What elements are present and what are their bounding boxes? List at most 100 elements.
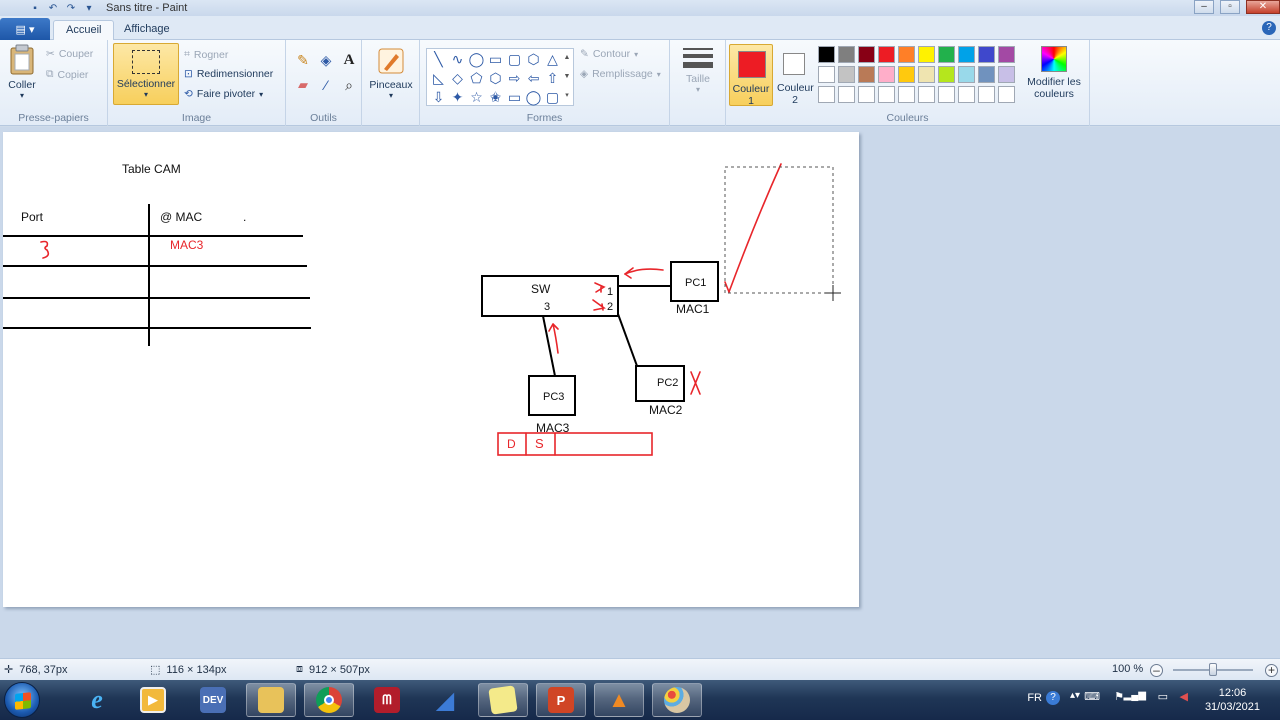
shape-icon[interactable]: ⬠ xyxy=(467,69,486,88)
taskbar-media-player[interactable]: ▶ xyxy=(128,683,178,717)
text-tool-icon[interactable]: A xyxy=(338,52,360,76)
image-group-label: Image xyxy=(181,112,212,124)
shape-icon[interactable]: ⇩ xyxy=(429,88,448,107)
eraser-icon[interactable]: ▰ xyxy=(292,77,314,101)
pencil-icon[interactable]: ✎ xyxy=(292,52,314,76)
select-label: Sélectionner xyxy=(116,78,176,90)
folder-icon xyxy=(258,687,284,713)
taskbar-paint[interactable] xyxy=(652,683,702,717)
copy-button[interactable]: ⧉ Copier xyxy=(46,68,88,81)
colors-group-label: Couleurs xyxy=(886,112,929,124)
taskbar-sticky-notes[interactable] xyxy=(478,683,528,717)
fill-button[interactable]: ◈ Remplissage ▾ xyxy=(580,68,661,80)
volume-muted-icon[interactable]: ◀ xyxy=(1180,690,1188,703)
magnifier-icon[interactable]: ⌕ xyxy=(338,77,360,101)
taskbar-clock[interactable]: 12:06 31/03/2021 xyxy=(1205,686,1260,714)
tab-view[interactable]: Affichage xyxy=(112,20,182,41)
taskbar-mendeley[interactable]: ᗰ xyxy=(362,683,412,717)
ribbon: Coller ▾ ✂ Couper ⧉ Copier Presse-papiers … xyxy=(0,40,1280,126)
shape-icon[interactable]: ◯ xyxy=(467,50,486,69)
outline-button[interactable]: ✎ Contour ▾ xyxy=(580,48,638,60)
tab-home[interactable]: Accueil xyxy=(53,20,115,41)
tray-expand-icon[interactable]: ▴▾ xyxy=(1070,690,1080,701)
status-bar: ✛ 768, 37px ⬚ 116 × 134px ⧈ 912 × 507px 100… xyxy=(0,658,1280,680)
port3-label: 3 xyxy=(544,301,551,313)
shape-icon[interactable]: ◇ xyxy=(448,69,467,88)
shape-icon[interactable]: ▢ xyxy=(505,50,524,69)
shape-icon[interactable]: ▢ xyxy=(543,88,562,107)
workspace: Table CAM Port @ MAC . MAC3 3 SW 1 2 3 P… xyxy=(0,127,1280,658)
shape-icon[interactable]: ⇨ xyxy=(505,69,524,88)
taskbar-chrome[interactable] xyxy=(304,683,354,717)
crop-button[interactable]: ⌗ Rogner xyxy=(184,48,228,61)
shape-icon[interactable]: ✦ xyxy=(448,88,467,107)
shape-icon[interactable]: ▭ xyxy=(505,88,524,107)
shape-icon[interactable]: △ xyxy=(543,50,562,69)
start-button[interactable] xyxy=(4,682,40,718)
drawing-canvas[interactable]: Table CAM Port @ MAC . MAC3 3 SW 1 2 3 P… xyxy=(3,132,859,607)
outline-dropdown-icon: ▾ xyxy=(634,49,639,59)
size-button[interactable]: Taille ▾ xyxy=(680,48,716,94)
shape-icon[interactable]: ◺ xyxy=(429,69,448,88)
taskbar-vlc[interactable]: ▲ xyxy=(594,683,644,717)
undo-icon[interactable]: ↶ xyxy=(46,2,60,15)
resize-button[interactable]: ⊡ Redimensionner xyxy=(184,68,273,80)
brushes-button[interactable]: Pinceaux ▾ xyxy=(366,46,416,100)
shape-icon[interactable]: ▭ xyxy=(486,50,505,69)
select-button[interactable]: Sélectionner ▾ xyxy=(113,43,179,105)
sticky-notes-icon xyxy=(488,685,518,715)
outline-label: Contour xyxy=(592,48,631,60)
maximize-button[interactable]: ▫ xyxy=(1220,0,1240,14)
shape-icon[interactable]: ∿ xyxy=(448,50,467,69)
zoom-in-button[interactable]: + xyxy=(1265,664,1278,677)
taskbar-dev-cpp[interactable]: DEV xyxy=(188,683,238,717)
action-center-flag-icon[interactable]: ⚑ xyxy=(1114,690,1124,703)
shape-icon[interactable]: ⇧ xyxy=(543,69,562,88)
color-picker-icon[interactable]: ⁄ xyxy=(315,77,337,101)
taskbar-internet-explorer[interactable]: e xyxy=(72,683,122,717)
port1-label: 1 xyxy=(607,286,614,298)
dot-mark: . xyxy=(243,210,247,224)
language-indicator[interactable]: FR xyxy=(1027,692,1042,704)
taskbar-file-explorer[interactable] xyxy=(246,683,296,717)
crosshair-cursor-icon xyxy=(825,285,841,301)
shape-icon[interactable]: ☆ xyxy=(467,88,486,107)
zoom-slider-thumb[interactable] xyxy=(1209,663,1217,676)
cut-button[interactable]: ✂ Couper xyxy=(46,48,93,60)
shape-icon[interactable]: ◯ xyxy=(524,88,543,107)
shape-icon[interactable]: ✬ xyxy=(486,88,505,107)
shape-icon[interactable]: ⬡ xyxy=(486,69,505,88)
network-signal-icon[interactable]: ▂▄▆ xyxy=(1124,690,1146,701)
outline-icon: ✎ xyxy=(580,48,589,60)
shape-icon[interactable]: ⇦ xyxy=(524,69,543,88)
group-colors: Couleurs xyxy=(726,40,1090,126)
paint-menu-button[interactable]: ▤ ▾ xyxy=(0,18,50,40)
help-tray-icon[interactable]: ? xyxy=(1046,691,1060,705)
row1-mac: MAC3 xyxy=(170,238,204,252)
shape-icon[interactable]: ╲ xyxy=(429,50,448,69)
shape-icon[interactable]: ⬡ xyxy=(524,50,543,69)
shapes-scroll[interactable]: ▲ ▼ ▾ xyxy=(562,48,572,106)
redo-icon[interactable]: ↷ xyxy=(64,2,78,15)
minimize-button[interactable]: – xyxy=(1194,0,1214,14)
close-button[interactable]: ✕ xyxy=(1246,0,1280,14)
size-dropdown-icon: ▾ xyxy=(695,85,700,94)
rotate-label: Faire pivoter xyxy=(196,88,256,100)
dashed-selection[interactable] xyxy=(724,166,834,294)
customize-dropdown-icon[interactable]: ▾ xyxy=(82,2,96,15)
paint-palette-icon xyxy=(664,687,690,713)
windows-logo-icon xyxy=(15,692,31,710)
rotate-button[interactable]: ⟲ Faire pivoter ▾ xyxy=(184,88,263,100)
paste-button[interactable]: Coller ▾ xyxy=(4,44,40,100)
taskbar-shark-app[interactable]: ◢ xyxy=(420,683,470,717)
line-size-icon xyxy=(683,48,713,68)
save-icon[interactable]: ▪ xyxy=(28,2,42,15)
help-icon[interactable]: ? xyxy=(1262,21,1276,35)
fill-bucket-icon[interactable]: ◈ xyxy=(315,52,337,76)
battery-icon[interactable]: ▭ xyxy=(1158,690,1168,703)
shapes-gallery[interactable]: ╲ ∿ ◯ ▭ ▢ ⬡ △ ◺ ◇ ⬠ ⬡ ⇨ ⇦ ⇧ ⇩ ✦ ☆ ✬ ▭ ◯ ▢ xyxy=(426,48,574,106)
paste-label: Coller xyxy=(8,79,36,91)
keyboard-icon[interactable]: ⌨ xyxy=(1084,690,1100,703)
zoom-out-button[interactable]: – xyxy=(1150,664,1163,677)
taskbar-powerpoint[interactable]: P xyxy=(536,683,586,717)
